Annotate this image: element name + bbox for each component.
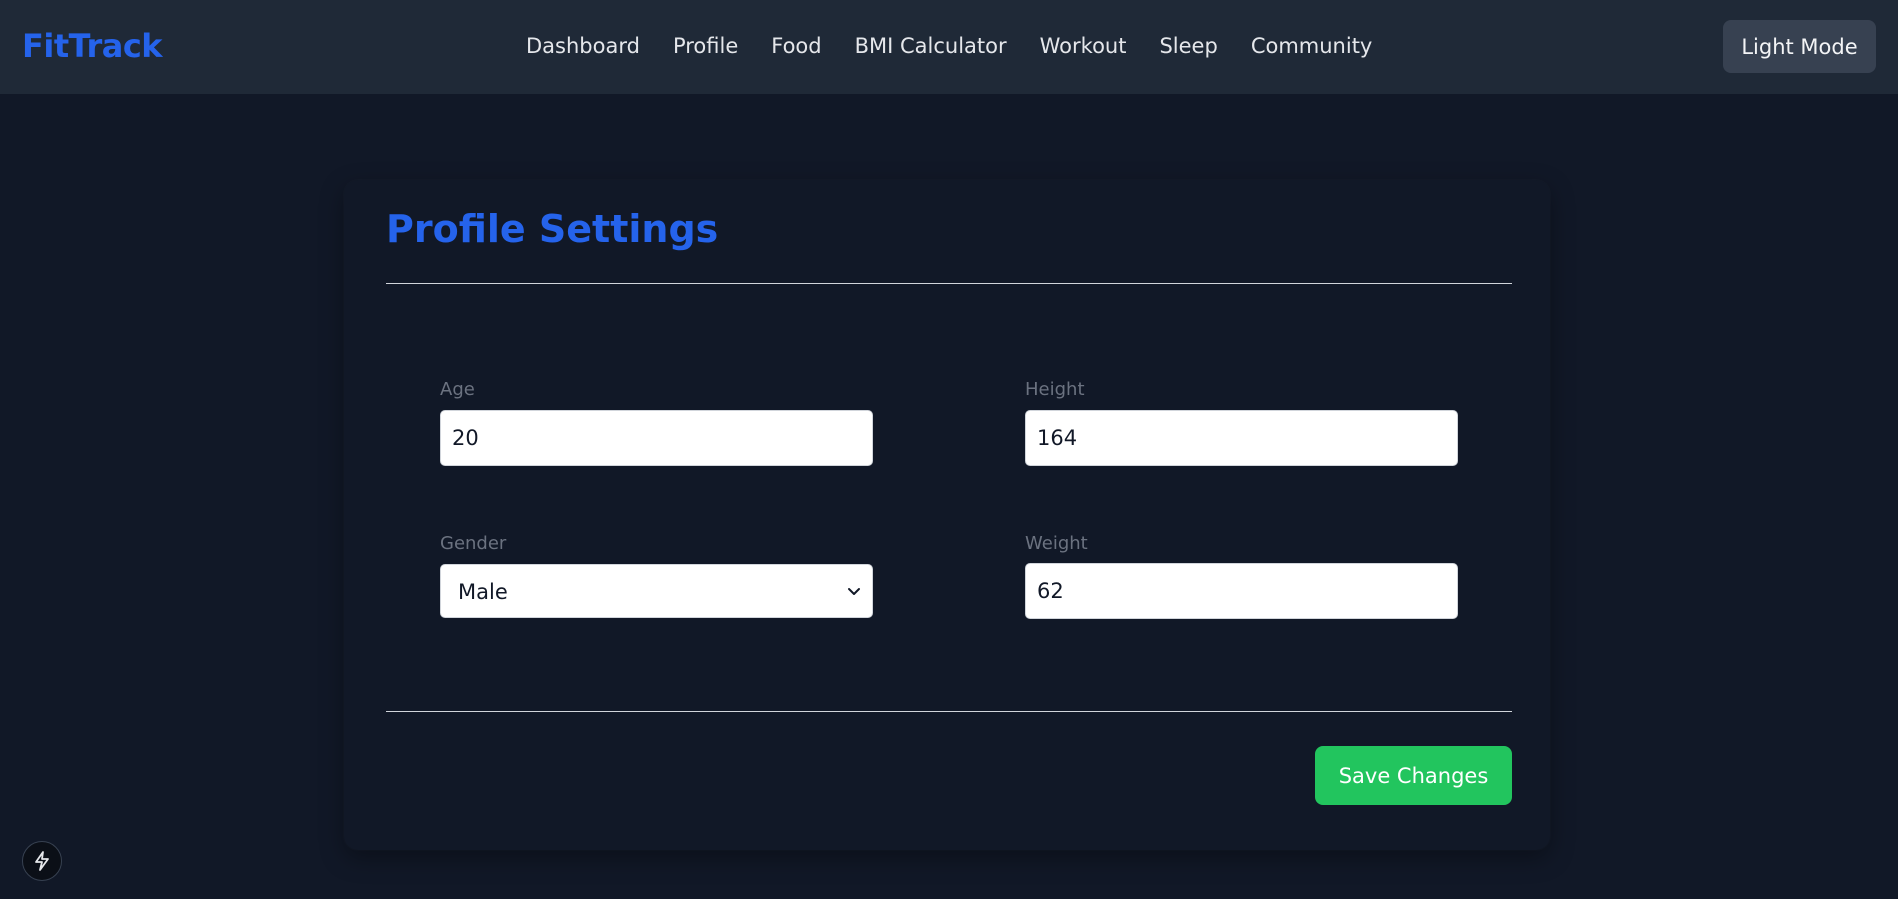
save-changes-button[interactable]: Save Changes (1315, 746, 1512, 805)
age-label: Age (440, 379, 475, 400)
title-divider (386, 283, 1512, 284)
footer-divider (386, 711, 1512, 712)
profile-settings-card: Profile Settings Age Height Gender Male … (344, 180, 1550, 850)
theme-toggle-button[interactable]: Light Mode (1723, 20, 1876, 73)
nav-item-profile[interactable]: Profile (673, 30, 738, 62)
nav-item-dashboard[interactable]: Dashboard (526, 30, 640, 62)
nav-item-food[interactable]: Food (771, 30, 821, 62)
weight-input[interactable] (1025, 563, 1458, 619)
nav-links: Dashboard Profile Food BMI Calculator Wo… (526, 30, 1372, 62)
nav-item-bmi-calculator[interactable]: BMI Calculator (855, 30, 1007, 62)
nav-item-sleep[interactable]: Sleep (1159, 30, 1217, 62)
chevron-down-icon (848, 588, 860, 595)
age-input[interactable] (440, 410, 873, 466)
page-title: Profile Settings (386, 207, 719, 251)
gender-label: Gender (440, 533, 507, 554)
lightning-bolt-icon (35, 851, 49, 871)
gender-select-value: Male (458, 580, 508, 604)
top-navbar: FitTrack Dashboard Profile Food BMI Calc… (0, 0, 1898, 94)
gender-select[interactable]: Male (440, 564, 873, 618)
height-label: Height (1025, 379, 1085, 400)
nav-item-community[interactable]: Community (1251, 30, 1373, 62)
dev-tools-button[interactable] (22, 841, 62, 881)
height-input[interactable] (1025, 410, 1458, 466)
brand-logo[interactable]: FitTrack (22, 26, 163, 66)
weight-label: Weight (1025, 533, 1088, 554)
nav-item-workout[interactable]: Workout (1040, 30, 1127, 62)
